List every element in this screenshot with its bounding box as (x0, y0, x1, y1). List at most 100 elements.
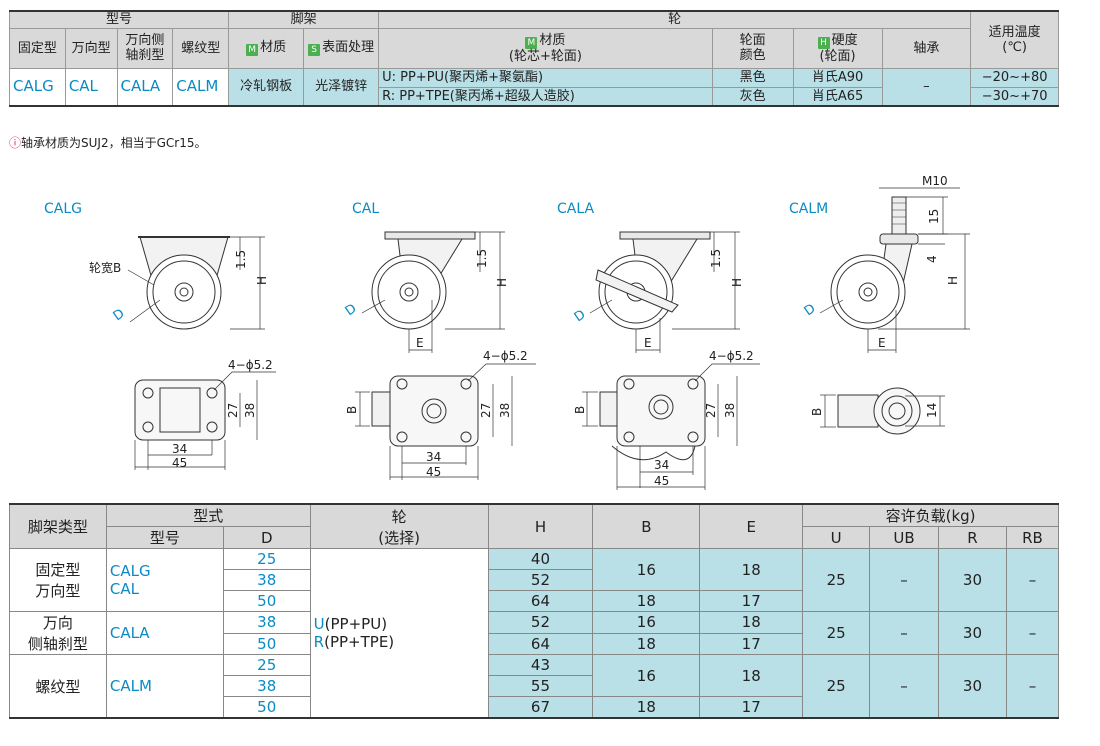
cal-27-dim: 27 (479, 403, 493, 418)
cala-27-dim: 27 (704, 403, 718, 418)
cala-holes-dim: 4−ϕ5.2 (709, 349, 754, 363)
cala-e-dim: E (644, 336, 652, 350)
calg-top-view: 34 45 27 38 4−ϕ5.2 (134, 358, 276, 470)
wheel-options: U(PP+PU) R(PP+TPE) (309, 548, 489, 719)
calm-b-dim: B (810, 408, 824, 416)
h-value: 52 (487, 569, 594, 591)
calg-15-dim: 1.5 (234, 250, 248, 269)
load-r: 30 (938, 611, 1007, 655)
e-value: 18 (699, 548, 804, 591)
e-value: 17 (699, 590, 804, 612)
calm-15-dim: 15 (927, 209, 941, 224)
hdr-r: R (938, 526, 1007, 549)
cal-holes-dim: 4−ϕ5.2 (483, 349, 528, 363)
e-value: 17 (699, 696, 804, 719)
cal-h-dim: H (495, 278, 509, 287)
d-value: 25 (222, 654, 311, 676)
type-fixed-swivel: 固定型 万向型 (9, 548, 107, 612)
load-ub: – (869, 548, 939, 612)
d-value: 38 (222, 569, 311, 591)
cala-45-dim: 45 (654, 474, 669, 488)
hdr-ub: UB (869, 526, 939, 549)
code-cala: CALA (105, 611, 224, 655)
cala-d-dim: D (572, 307, 589, 325)
cal-45-dim: 45 (426, 465, 441, 479)
caster-drawings: H 1.5 轮宽B D 34 45 27 38 4−ϕ5.2 H 1.5 E D… (89, 174, 970, 490)
calm-14-dim: 14 (925, 403, 939, 418)
cal-15-dim: 1.5 (475, 249, 489, 268)
load-ub: – (869, 611, 939, 655)
b-value: 16 (592, 654, 701, 697)
b-value: 16 (592, 548, 701, 591)
cala-34-dim: 34 (654, 458, 669, 472)
load-u: 25 (802, 548, 871, 612)
d-value: 50 (222, 632, 311, 655)
calm-d-dim: D (802, 301, 819, 319)
calg-side-view: H 1.5 轮宽B D (89, 236, 269, 330)
d-value: 50 (222, 590, 311, 612)
h-value: 55 (487, 675, 594, 697)
h-value: 67 (487, 696, 594, 719)
load-u: 25 (802, 654, 871, 719)
cala-38-dim: 38 (723, 403, 737, 418)
hdr-u: U (802, 526, 871, 549)
cal-side-view: H 1.5 E D (343, 231, 509, 353)
calg-27-dim: 27 (226, 403, 240, 418)
hdr-b: B (592, 503, 701, 549)
load-r: 30 (938, 548, 1007, 612)
code-calg-cal: CALG CAL (105, 548, 224, 612)
cala-top-view: 34 45 27 38 B 4−ϕ5.2 (573, 349, 760, 490)
cala-side-view: H 1.5 E D (572, 231, 744, 353)
calg-h-dim: H (255, 276, 269, 285)
calg-34-dim: 34 (172, 442, 187, 456)
load-rb: – (1005, 548, 1060, 612)
cala-h-dim: H (730, 278, 744, 287)
hdr-wheel: 轮 (选择) (309, 503, 489, 549)
type-thread: 螺纹型 (9, 654, 107, 719)
type-side-brake: 万向 侧轴刹型 (9, 611, 107, 655)
hdr-e: E (699, 503, 804, 549)
cala-b-dim: B (573, 406, 587, 414)
hdr-type: 型式 (105, 503, 311, 527)
calg-wheel-width-label: 轮宽B (89, 260, 121, 275)
b-value: 18 (592, 696, 701, 719)
load-u: 25 (802, 611, 871, 655)
calg-45-dim: 45 (172, 456, 187, 470)
h-value: 43 (487, 654, 594, 676)
h-value: 52 (487, 611, 594, 634)
calg-38-dim: 38 (243, 403, 257, 418)
calm-side-view: M10 15 4 H E D (802, 174, 970, 353)
cal-38-dim: 38 (498, 403, 512, 418)
b-value: 16 (592, 611, 701, 634)
e-value: 18 (699, 611, 804, 634)
e-value: 17 (699, 632, 804, 655)
hdr-load: 容许负载(kg) (802, 503, 1059, 527)
code-calm: CALM (105, 654, 224, 719)
cal-b-dim: B (345, 406, 359, 414)
calm-h-dim: H (946, 276, 960, 285)
hdr-d: D (222, 526, 311, 549)
b-value: 18 (592, 632, 701, 655)
d-value: 25 (222, 548, 311, 570)
h-value: 64 (487, 632, 594, 655)
cal-e-dim: E (416, 336, 424, 350)
d-value: 38 (222, 675, 311, 697)
b-value: 18 (592, 590, 701, 612)
calg-holes-dim: 4−ϕ5.2 (228, 358, 273, 372)
cal-d-dim: D (343, 301, 360, 319)
cal-top-view: 34 45 27 38 B 4−ϕ5.2 (345, 349, 536, 480)
calm-e-dim: E (878, 336, 886, 350)
calm-top-view: B 14 (810, 387, 945, 435)
d-value: 50 (222, 696, 311, 719)
load-rb: – (1005, 611, 1060, 655)
hdr-h: H (487, 503, 594, 549)
hdr-model: 型号 (105, 526, 224, 549)
cala-15-dim: 1.5 (709, 249, 723, 268)
calm-4-dim: 4 (925, 255, 939, 263)
load-ub: – (869, 654, 939, 719)
cal-34-dim: 34 (426, 450, 441, 464)
e-value: 18 (699, 654, 804, 697)
load-table: 脚架类型 型式 轮 (选择) H B E 容许负载(kg) 型号 D U UB R… (9, 503, 1060, 719)
d-value: 38 (222, 611, 311, 634)
h-value: 64 (487, 590, 594, 612)
